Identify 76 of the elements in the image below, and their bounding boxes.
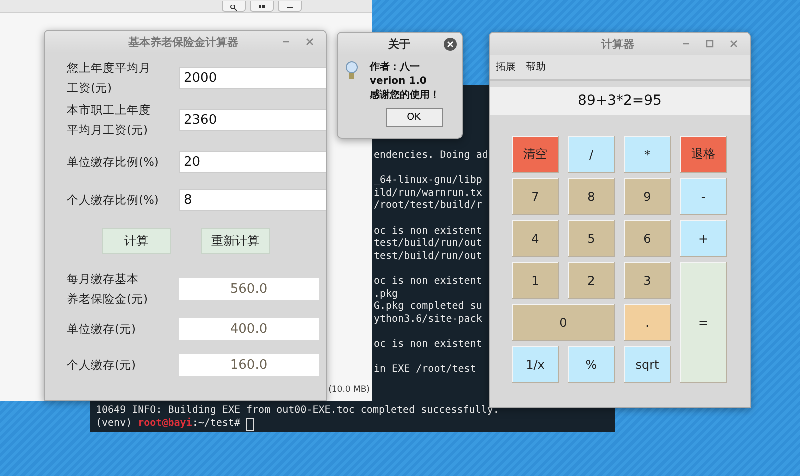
- terminal-line: _64-linux-gnu/libp: [374, 175, 482, 188]
- terminal-line: oc is non existent: [374, 276, 482, 289]
- calculator-key[interactable]: 3: [624, 262, 671, 299]
- calculator-key[interactable]: 4: [512, 220, 559, 257]
- window-title: 基本养老保险金计算器: [128, 34, 240, 50]
- search-button[interactable]: [222, 1, 246, 12]
- terminal-line: .pkg: [374, 288, 398, 301]
- terminal-line: oc is non existent: [374, 338, 482, 352]
- input-field[interactable]: 8: [179, 189, 326, 211]
- field-label: 本市职工上年度 平均月工资(元): [67, 102, 152, 139]
- terminal-line: ython3.6/site-pack: [374, 314, 482, 326]
- prompt-user: root@bayi: [138, 418, 192, 431]
- result-label: 每月缴存基本 养老保险金(元): [67, 271, 149, 308]
- calculator-key[interactable]: 5: [568, 220, 615, 257]
- terminal-line: in EXE /root/test: [374, 364, 476, 377]
- text-cursor: [246, 418, 254, 431]
- action-button[interactable]: 计算: [102, 228, 171, 254]
- terminal-line: test/build/run/out: [374, 238, 482, 251]
- field-label: 单位缴存比例(%): [67, 154, 160, 171]
- menu-item[interactable]: 拓展: [496, 60, 516, 74]
- lightbulb-icon: [346, 61, 358, 81]
- input-field[interactable]: 2360: [179, 109, 326, 131]
- calculator-key[interactable]: =: [680, 262, 727, 383]
- terminal-line: G.pkg completed su: [374, 301, 482, 314]
- menu-icon: [286, 5, 294, 11]
- menu-item[interactable]: 帮助: [526, 60, 546, 74]
- maximize-icon: [705, 39, 715, 49]
- calculator-key[interactable]: sqrt: [624, 346, 671, 383]
- close-icon: [305, 37, 315, 47]
- calculator-key[interactable]: 8: [568, 178, 615, 215]
- about-message: 作者：八一 verion 1.0 感谢您的使用！: [370, 61, 440, 103]
- calculator-key[interactable]: %: [568, 346, 615, 383]
- close-icon: [729, 39, 739, 49]
- terminal-line: endencies. Doing ad: [374, 150, 488, 163]
- action-button[interactable]: 重新计算: [201, 228, 270, 254]
- close-button[interactable]: [444, 38, 457, 50]
- terminal-line: oc is non existent: [374, 226, 482, 238]
- terminal-line: test/build/run/out: [374, 250, 482, 264]
- field-label: 您上年度平均月 工资(元): [67, 60, 152, 97]
- input-field[interactable]: 2000: [179, 67, 326, 89]
- calculator-key[interactable]: 9: [624, 178, 671, 215]
- window-title: 计算器: [600, 36, 636, 52]
- calculator-key[interactable]: 0: [512, 304, 615, 341]
- result-field: 560.0: [179, 278, 319, 300]
- calculator-display: 89+3*2=95: [490, 87, 750, 115]
- calculator-key[interactable]: 7: [512, 178, 559, 215]
- input-field[interactable]: 20: [179, 151, 326, 173]
- result-field: 400.0: [179, 318, 319, 340]
- ok-button[interactable]: OK: [386, 108, 442, 127]
- calculator-key[interactable]: +: [680, 220, 727, 257]
- calculator-key[interactable]: 1/x: [512, 346, 559, 383]
- dialog-title: 关于: [388, 36, 412, 52]
- calculator-key[interactable]: 2: [568, 262, 615, 299]
- result-field: 160.0: [179, 354, 319, 376]
- terminal-line: 10649 INFO: Building EXE from out00-EXE.toc completed successfully.: [96, 405, 500, 418]
- terminal-line: /root/test/build/r: [374, 200, 482, 213]
- menu-button[interactable]: [278, 1, 302, 12]
- grid-button[interactable]: [250, 1, 274, 12]
- calculator-key[interactable]: 1: [512, 262, 559, 299]
- result-label: 单位缴存(元): [67, 321, 137, 338]
- calculator-key[interactable]: *: [624, 136, 671, 173]
- calculator-key[interactable]: 6: [624, 220, 671, 257]
- calculator-key[interactable]: /: [568, 136, 615, 173]
- search-icon: [230, 5, 238, 11]
- calculator-key[interactable]: 退格: [680, 136, 727, 173]
- size-text: (10.0 MB): [328, 385, 370, 395]
- calculator-key[interactable]: .: [624, 304, 671, 341]
- prompt-path: :~/test#: [192, 418, 240, 431]
- prompt-env: (venv): [96, 418, 132, 431]
- calculator-key[interactable]: 清空: [512, 136, 559, 173]
- result-label: 个人缴存(元): [67, 357, 137, 374]
- calculator-key[interactable]: -: [680, 178, 727, 215]
- grid-icon: [258, 5, 266, 11]
- close-icon: [447, 40, 454, 48]
- field-label: 个人缴存比例(%): [67, 192, 160, 209]
- terminal-line: ild/run/warnrun.tx: [374, 188, 482, 200]
